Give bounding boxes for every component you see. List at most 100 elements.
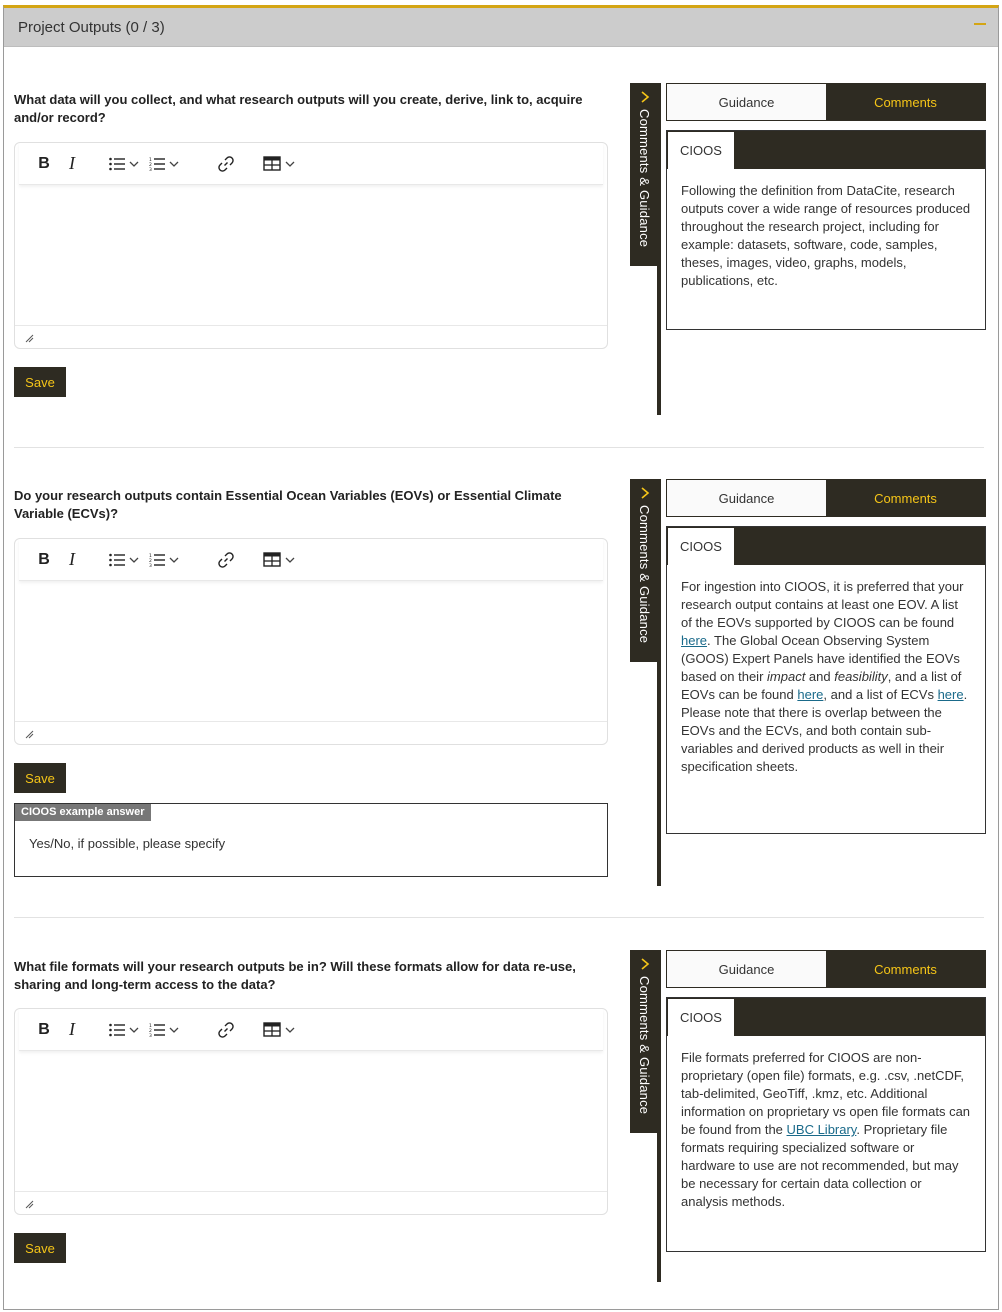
save-button[interactable]: Save xyxy=(14,1233,66,1263)
chevron-right-icon xyxy=(641,91,650,103)
tab-guidance[interactable]: Guidance xyxy=(667,84,826,120)
guidance-content: CIOOS File formats preferred for CIOOS a… xyxy=(666,997,986,1252)
guidance-link[interactable]: here xyxy=(681,633,707,648)
numbered-list-icon: 123 xyxy=(149,553,165,567)
guidance-tabs: Guidance Comments xyxy=(666,950,986,988)
table-button[interactable] xyxy=(263,552,299,567)
svg-text:3: 3 xyxy=(149,563,152,567)
panel-header[interactable]: Project Outputs (0 / 3) xyxy=(4,8,998,47)
org-tab-cioos[interactable]: CIOOS xyxy=(667,527,735,565)
guidance-text: File formats preferred for CIOOS are non… xyxy=(681,1050,971,1209)
bold-icon[interactable]: B xyxy=(37,152,51,176)
bullet-list-button[interactable] xyxy=(109,1023,143,1037)
save-button[interactable]: Save xyxy=(14,367,66,397)
table-icon xyxy=(263,552,281,567)
side-tab-label: Comments & Guidance xyxy=(637,109,652,248)
editor-toolbar: B I 123 xyxy=(19,539,603,581)
rich-text-editor[interactable]: B I 123 xyxy=(14,142,608,349)
comments-guidance-toggle[interactable]: Comments & Guidance xyxy=(630,479,661,662)
guidance-panel: Guidance Comments CIOOS Following the de… xyxy=(666,83,986,330)
chevron-right-icon xyxy=(641,487,650,499)
chevron-down-icon[interactable] xyxy=(129,161,139,167)
tab-comments[interactable]: Comments xyxy=(826,84,985,120)
chevron-down-icon[interactable] xyxy=(285,557,295,563)
chevron-down-icon[interactable] xyxy=(169,557,179,563)
numbered-list-icon: 123 xyxy=(149,157,165,171)
side-tab-label: Comments & Guidance xyxy=(637,976,652,1115)
editor-text-area[interactable] xyxy=(15,185,607,325)
resize-handle-icon[interactable] xyxy=(25,1200,34,1209)
italic-icon[interactable]: I xyxy=(65,548,79,572)
guidance-link[interactable]: here xyxy=(797,687,823,702)
link-icon xyxy=(218,551,234,568)
numbered-list-button[interactable]: 123 xyxy=(149,553,183,567)
link-icon xyxy=(218,155,234,172)
org-tab-cioos[interactable]: CIOOS xyxy=(667,998,735,1036)
tab-guidance[interactable]: Guidance xyxy=(667,480,826,516)
chevron-down-icon[interactable] xyxy=(169,161,179,167)
bullet-list-button[interactable] xyxy=(109,553,143,567)
table-button[interactable] xyxy=(263,156,299,171)
numbered-list-button[interactable]: 123 xyxy=(149,1023,183,1037)
rich-text-editor[interactable]: B I 123 xyxy=(14,538,608,745)
bold-icon[interactable]: B xyxy=(37,1018,51,1042)
bullet-list-icon xyxy=(109,553,125,566)
guidance-content: CIOOS Following the definition from Data… xyxy=(666,130,986,330)
guidance-tabs: Guidance Comments xyxy=(666,83,986,121)
chevron-down-icon[interactable] xyxy=(285,1027,295,1033)
link-icon xyxy=(218,1021,234,1038)
section-divider xyxy=(14,447,984,448)
table-icon xyxy=(263,1022,281,1037)
bold-icon[interactable]: B xyxy=(37,548,51,572)
guidance-link[interactable]: here xyxy=(938,687,964,702)
editor-status-bar xyxy=(15,1191,607,1214)
editor-toolbar: B I 123 xyxy=(19,1009,603,1051)
tab-comments[interactable]: Comments xyxy=(826,480,985,516)
bullet-list-button[interactable] xyxy=(109,157,143,171)
tab-comments[interactable]: Comments xyxy=(826,951,985,987)
rich-text-editor[interactable]: B I 123 xyxy=(14,1008,608,1215)
question-text: Do your research outputs contain Essenti… xyxy=(14,488,562,521)
chevron-down-icon[interactable] xyxy=(129,1027,139,1033)
panel-title: Project Outputs (0 / 3) xyxy=(18,18,165,36)
link-button[interactable] xyxy=(217,548,235,572)
guidance-tabs: Guidance Comments xyxy=(666,479,986,517)
numbered-list-button[interactable]: 123 xyxy=(149,157,183,171)
guidance-panel: Guidance Comments CIOOS For ingestion in… xyxy=(666,479,986,834)
italic-icon[interactable]: I xyxy=(65,152,79,176)
chevron-down-icon[interactable] xyxy=(129,557,139,563)
guidance-content: CIOOS For ingestion into CIOOS, it is pr… xyxy=(666,526,986,834)
question-text: What data will you collect, and what res… xyxy=(14,92,583,125)
chevron-down-icon[interactable] xyxy=(285,161,295,167)
side-divider xyxy=(657,1133,661,1282)
org-tab-row: CIOOS xyxy=(667,998,985,1036)
resize-handle-icon[interactable] xyxy=(25,730,34,739)
org-tab-cioos[interactable]: CIOOS xyxy=(667,131,735,169)
italic-icon[interactable]: I xyxy=(65,1018,79,1042)
table-icon xyxy=(263,156,281,171)
comments-guidance-toggle[interactable]: Comments & Guidance xyxy=(630,950,661,1133)
link-button[interactable] xyxy=(217,152,235,176)
comments-guidance-toggle[interactable]: Comments & Guidance xyxy=(630,83,661,266)
editor-status-bar xyxy=(15,325,607,348)
save-button[interactable]: Save xyxy=(14,763,66,793)
section-divider xyxy=(14,917,984,918)
example-answer-text: Yes/No, if possible, please specify xyxy=(29,836,226,851)
collapse-icon[interactable] xyxy=(974,23,986,25)
link-button[interactable] xyxy=(217,1018,235,1042)
guidance-panel: Guidance Comments CIOOS File formats pre… xyxy=(666,950,986,1252)
bullet-list-icon xyxy=(109,157,125,170)
guidance-link[interactable]: UBC Library xyxy=(787,1122,857,1137)
editor-text-area[interactable] xyxy=(15,581,607,721)
svg-text:3: 3 xyxy=(149,1033,152,1037)
example-answer-label: CIOOS example answer xyxy=(15,804,151,821)
svg-text:3: 3 xyxy=(149,167,152,171)
guidance-text: For ingestion into CIOOS, it is preferre… xyxy=(681,579,968,774)
tab-guidance[interactable]: Guidance xyxy=(667,951,826,987)
table-button[interactable] xyxy=(263,1022,299,1037)
editor-text-area[interactable] xyxy=(15,1051,607,1191)
example-answer-box: CIOOS example answer Yes/No, if possible… xyxy=(14,803,608,877)
side-tab-label: Comments & Guidance xyxy=(637,505,652,644)
resize-handle-icon[interactable] xyxy=(25,334,34,343)
chevron-down-icon[interactable] xyxy=(169,1027,179,1033)
